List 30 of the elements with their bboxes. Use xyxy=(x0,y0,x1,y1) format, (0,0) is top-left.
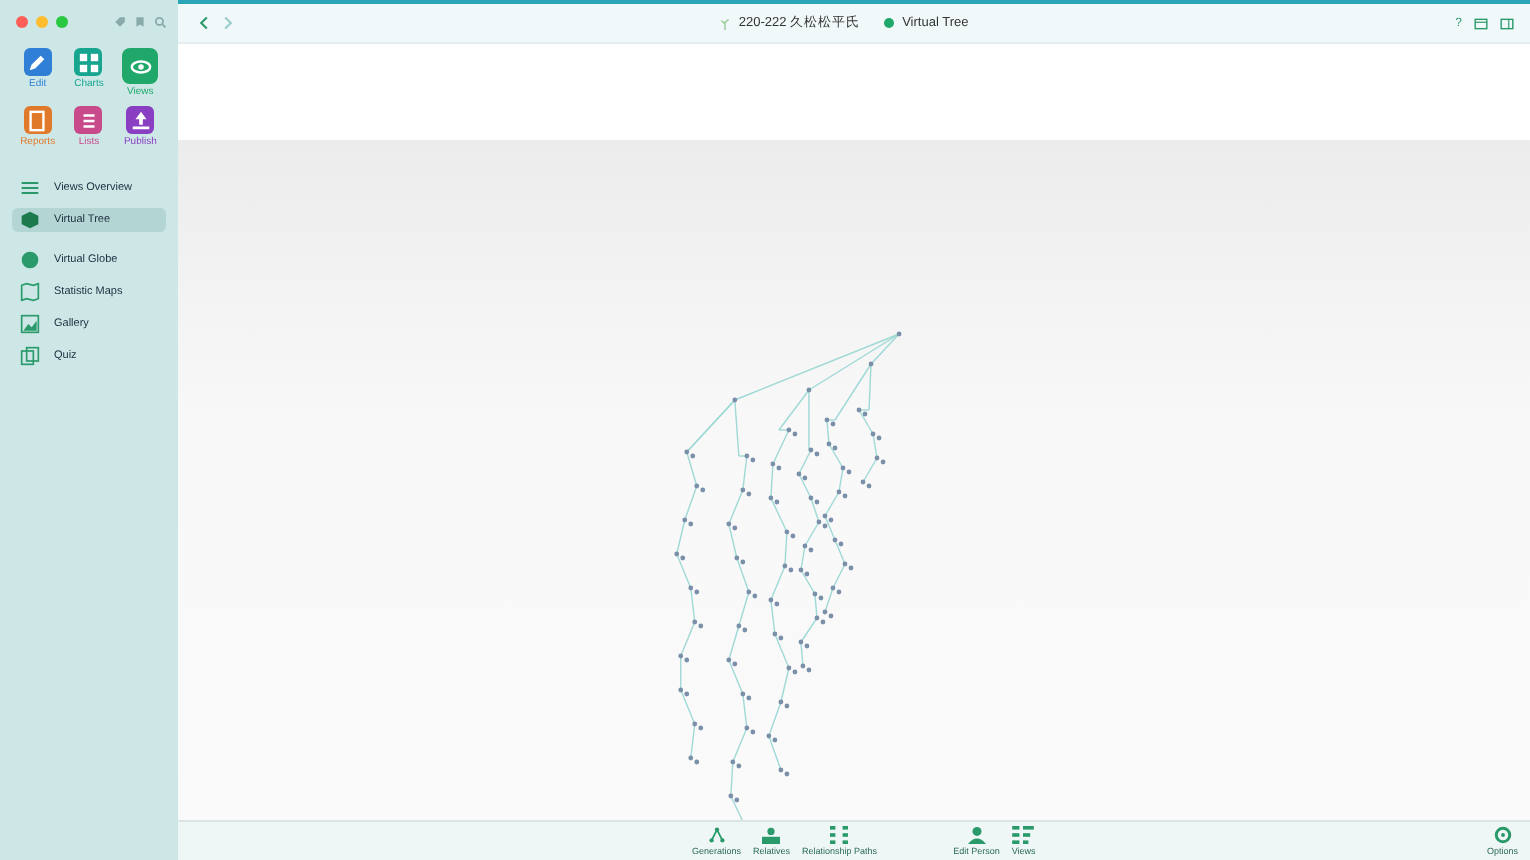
grid-icon xyxy=(77,51,100,73)
grid-icon xyxy=(828,826,851,844)
person-icon xyxy=(965,826,988,844)
cube-icon xyxy=(20,210,40,230)
sidebar-icon[interactable] xyxy=(1500,17,1514,29)
upload-icon xyxy=(129,109,152,131)
list-icon xyxy=(1012,826,1035,844)
search-icon[interactable] xyxy=(154,16,166,28)
window-icon[interactable] xyxy=(1474,17,1488,29)
list-icon xyxy=(20,178,40,198)
cards-icon xyxy=(20,346,40,366)
tag-icon[interactable] xyxy=(114,16,126,28)
picture-icon xyxy=(20,314,40,334)
eye-icon xyxy=(129,55,152,77)
map-icon xyxy=(20,282,40,302)
tree-drawing[interactable] xyxy=(674,331,902,820)
pencil-icon xyxy=(26,51,49,73)
tree-icon xyxy=(720,17,731,29)
bookmark-icon[interactable] xyxy=(134,16,146,28)
globe-icon xyxy=(20,250,40,270)
close-button[interactable] xyxy=(16,16,28,28)
minimize-button[interactable] xyxy=(36,16,48,28)
target-icon xyxy=(1493,826,1512,844)
back-button[interactable] xyxy=(198,16,210,30)
zoom-button[interactable] xyxy=(56,16,68,28)
document-icon xyxy=(26,109,49,131)
hierarchy-icon xyxy=(705,826,728,844)
forward-button[interactable] xyxy=(222,16,234,30)
status-icon xyxy=(884,18,895,28)
person-card-icon xyxy=(760,826,783,844)
